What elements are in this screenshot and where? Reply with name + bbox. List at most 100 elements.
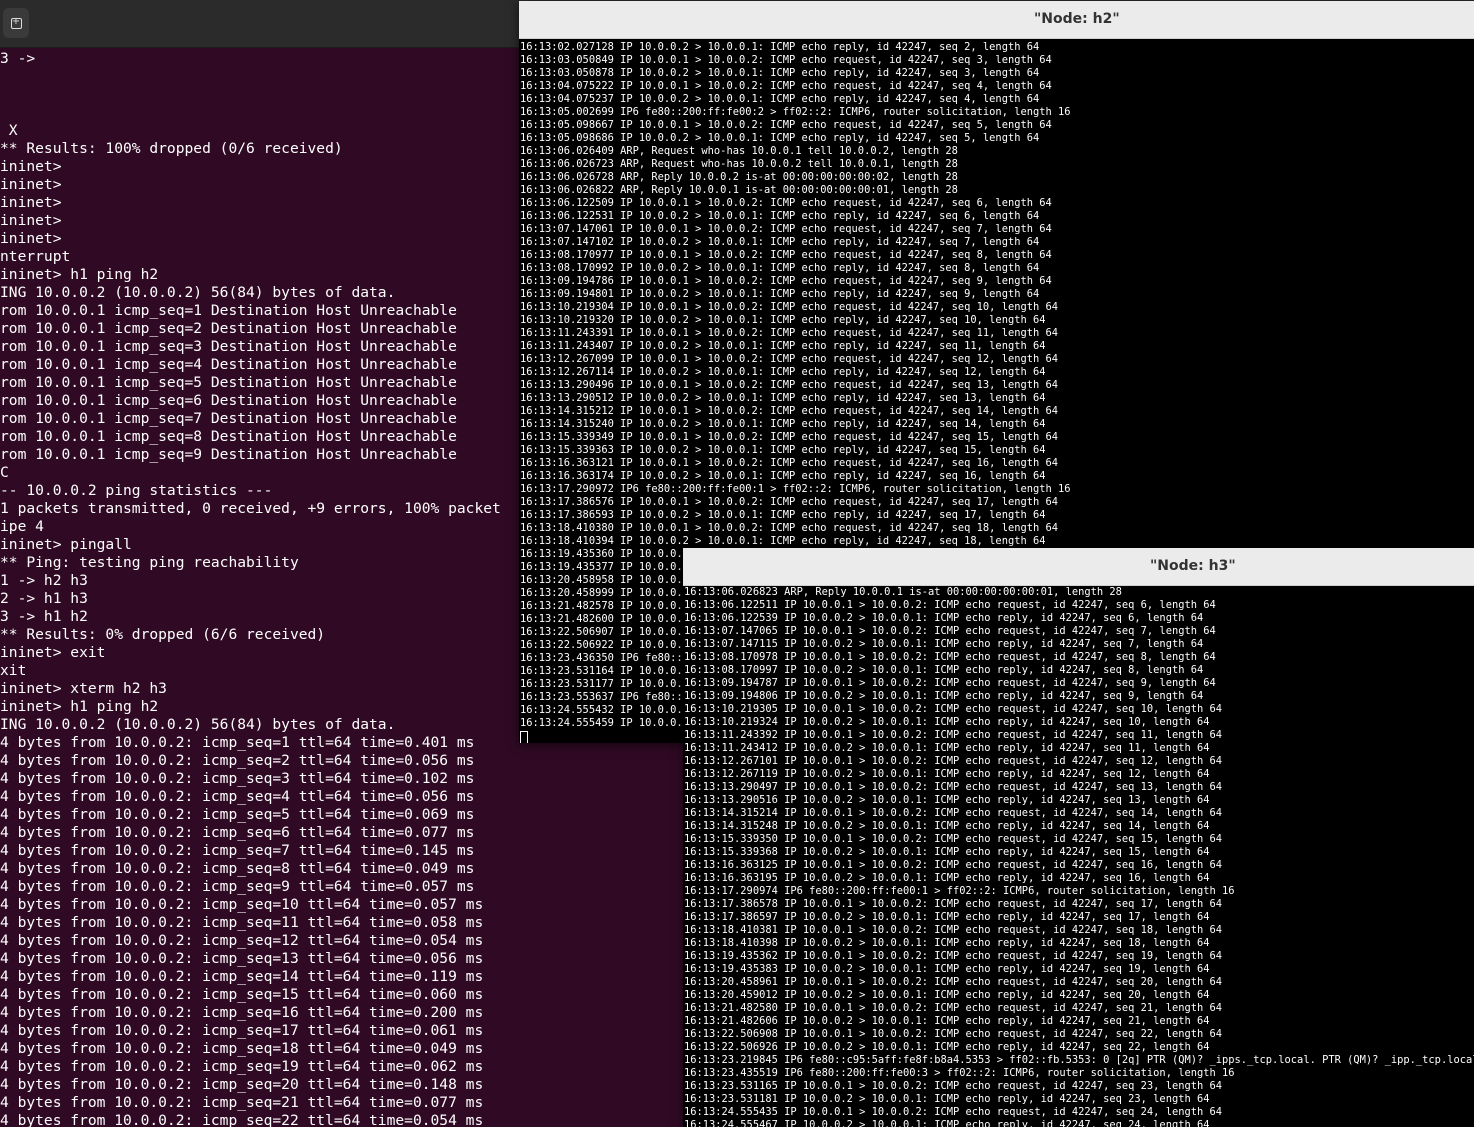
tcpdump-line: 16:13:03.050849 IP 10.0.0.1 > 10.0.0.2: … <box>520 54 1052 66</box>
tcpdump-line: 16:13:08.170978 IP 10.0.0.1 > 10.0.0.2: … <box>684 651 1216 663</box>
tcpdump-line: 16:13:06.122539 IP 10.0.0.2 > 10.0.0.1: … <box>684 612 1204 624</box>
terminal-line: 4 bytes from 10.0.0.2: icmp_seq=3 ttl=64… <box>0 770 475 787</box>
tcpdump-line: 16:13:05.098667 IP 10.0.0.1 > 10.0.0.2: … <box>520 119 1052 131</box>
tcpdump-line: 16:13:23.219845 IP6 fe80::c95:5aff:fe8f:… <box>684 1054 1474 1066</box>
terminal-line: ** Ping: testing ping reachability <box>0 554 299 571</box>
tcpdump-line: 16:13:07.147102 IP 10.0.0.2 > 10.0.0.1: … <box>520 236 1040 248</box>
terminal-line: ininet> h1 ping h2 <box>0 266 159 283</box>
terminal-line: ininet> <box>0 230 62 247</box>
tcpdump-line: 16:13:21.482606 IP 10.0.0.2 > 10.0.0.1: … <box>684 1015 1210 1027</box>
main-terminal-output[interactable]: 3 -> X ** Results: 100% dropped (0/6 rece… <box>0 50 520 1127</box>
terminal-line: 4 bytes from 10.0.0.2: icmp_seq=1 ttl=64… <box>0 734 475 751</box>
tcpdump-line: 16:13:13.290512 IP 10.0.0.2 > 10.0.0.1: … <box>520 392 1046 404</box>
tcpdump-line: 16:13:11.243391 IP 10.0.0.1 > 10.0.0.2: … <box>520 327 1058 339</box>
tcpdump-line: 16:13:13.290496 IP 10.0.0.1 > 10.0.0.2: … <box>520 379 1058 391</box>
terminal-line: 4 bytes from 10.0.0.2: icmp_seq=9 ttl=64… <box>0 878 475 895</box>
terminal-line: ipe 4 <box>0 518 44 535</box>
tcpdump-line: 16:13:15.339349 IP 10.0.0.1 > 10.0.0.2: … <box>520 431 1058 443</box>
xterm-titlebar-h2[interactable]: "Node: h2" <box>519 1 1474 39</box>
terminal-line: ininet> h1 ping h2 <box>0 698 159 715</box>
tcpdump-line: 16:13:13.290516 IP 10.0.0.2 > 10.0.0.1: … <box>684 794 1210 806</box>
tcpdump-line: 16:13:07.147065 IP 10.0.0.1 > 10.0.0.2: … <box>684 625 1216 637</box>
tcpdump-line: 16:13:16.363174 IP 10.0.0.2 > 10.0.0.1: … <box>520 470 1046 482</box>
terminal-line: 1 packets transmitted, 0 received, +9 er… <box>0 500 501 517</box>
terminal-line: ** Results: 0% dropped (6/6 received) <box>0 626 326 643</box>
tcpdump-line: 16:13:06.026822 ARP, Reply 10.0.0.1 is-a… <box>520 184 958 196</box>
tcpdump-line: 16:13:16.363195 IP 10.0.0.2 > 10.0.0.1: … <box>684 872 1210 884</box>
tcpdump-line: 16:13:06.122509 IP 10.0.0.1 > 10.0.0.2: … <box>520 197 1052 209</box>
terminal-line: 4 bytes from 10.0.0.2: icmp_seq=13 ttl=6… <box>0 950 484 967</box>
terminal-line: 2 -> h1 h3 <box>0 590 88 607</box>
terminal-line: ininet> xterm h2 h3 <box>0 680 167 697</box>
tcpdump-line: 16:13:10.219304 IP 10.0.0.1 > 10.0.0.2: … <box>520 301 1058 313</box>
tcpdump-line: 16:13:07.147061 IP 10.0.0.1 > 10.0.0.2: … <box>520 223 1052 235</box>
tcpdump-line: 16:13:09.194786 IP 10.0.0.1 > 10.0.0.2: … <box>520 275 1052 287</box>
terminal-line: ininet> exit <box>0 644 106 661</box>
tcpdump-line: 16:13:18.410381 IP 10.0.0.1 > 10.0.0.2: … <box>684 924 1222 936</box>
terminal-line: ING 10.0.0.2 (10.0.0.2) 56(84) bytes of … <box>0 716 396 733</box>
terminal-line: ininet> <box>0 158 62 175</box>
terminal-line: 4 bytes from 10.0.0.2: icmp_seq=17 ttl=6… <box>0 1022 484 1039</box>
tcpdump-line: 16:13:19.435362 IP 10.0.0.1 > 10.0.0.2: … <box>684 950 1222 962</box>
terminal-line: -- 10.0.0.2 ping statistics --- <box>0 482 273 499</box>
tcpdump-line: 16:13:24.555467 IP 10.0.0.2 > 10.0.0.1: … <box>684 1119 1210 1127</box>
terminal-line: rom 10.0.0.1 icmp_seq=3 Destination Host… <box>0 338 457 355</box>
tcpdump-line: 16:13:17.386593 IP 10.0.0.2 > 10.0.0.1: … <box>520 509 1046 521</box>
tcpdump-line: 16:13:11.243412 IP 10.0.0.2 > 10.0.0.1: … <box>684 742 1210 754</box>
tcpdump-line: 16:13:09.194787 IP 10.0.0.1 > 10.0.0.2: … <box>684 677 1216 689</box>
tcpdump-line: 16:13:16.363125 IP 10.0.0.1 > 10.0.0.2: … <box>684 859 1222 871</box>
tcpdump-line: 16:13:14.315240 IP 10.0.0.2 > 10.0.0.1: … <box>520 418 1046 430</box>
tcpdump-line: 16:13:06.026409 ARP, Request who-has 10.… <box>520 145 958 157</box>
tcpdump-line: 16:13:23.435519 IP6 fe80::200:ff:fe00:3 … <box>684 1067 1235 1079</box>
terminal-cursor <box>520 731 528 743</box>
terminal-line: rom 10.0.0.1 icmp_seq=2 Destination Host… <box>0 320 457 337</box>
tcpdump-line: 16:13:10.219305 IP 10.0.0.1 > 10.0.0.2: … <box>684 703 1222 715</box>
tcpdump-line: 16:13:20.458961 IP 10.0.0.1 > 10.0.0.2: … <box>684 976 1222 988</box>
terminal-line: 4 bytes from 10.0.0.2: icmp_seq=19 ttl=6… <box>0 1058 484 1075</box>
new-tab-button[interactable] <box>3 8 29 38</box>
xterm-window-h3[interactable]: "Node: h3" 16:13:06.026823 ARP, Reply 10… <box>683 548 1474 1127</box>
tcpdump-line: 16:13:05.098686 IP 10.0.0.2 > 10.0.0.1: … <box>520 132 1040 144</box>
tcpdump-line: 16:13:17.386576 IP 10.0.0.1 > 10.0.0.2: … <box>520 496 1058 508</box>
tcpdump-line: 16:13:09.194801 IP 10.0.0.2 > 10.0.0.1: … <box>520 288 1040 300</box>
terminal-line: ininet> <box>0 194 62 211</box>
tcpdump-line: 16:13:17.386597 IP 10.0.0.2 > 10.0.0.1: … <box>684 911 1210 923</box>
terminal-line: rom 10.0.0.1 icmp_seq=9 Destination Host… <box>0 446 457 463</box>
terminal-line: 4 bytes from 10.0.0.2: icmp_seq=16 ttl=6… <box>0 1004 484 1021</box>
xterm-output-h3[interactable]: 16:13:06.026823 ARP, Reply 10.0.0.1 is-a… <box>683 586 1474 1127</box>
terminal-line: ininet> pingall <box>0 536 132 553</box>
terminal-line: 4 bytes from 10.0.0.2: icmp_seq=8 ttl=64… <box>0 860 475 877</box>
tcpdump-line: 16:13:02.027128 IP 10.0.0.2 > 10.0.0.1: … <box>520 41 1040 53</box>
tcpdump-line: 16:13:24.555435 IP 10.0.0.1 > 10.0.0.2: … <box>684 1106 1222 1118</box>
terminal-line: 4 bytes from 10.0.0.2: icmp_seq=5 ttl=64… <box>0 806 475 823</box>
tcpdump-line: 16:13:12.267119 IP 10.0.0.2 > 10.0.0.1: … <box>684 768 1210 780</box>
tcpdump-line: 16:13:23.531181 IP 10.0.0.2 > 10.0.0.1: … <box>684 1093 1210 1105</box>
tcpdump-line: 16:13:16.363121 IP 10.0.0.1 > 10.0.0.2: … <box>520 457 1058 469</box>
xterm-titlebar-h3[interactable]: "Node: h3" <box>683 548 1474 586</box>
terminal-line: 4 bytes from 10.0.0.2: icmp_seq=14 ttl=6… <box>0 968 484 985</box>
terminal-line: 4 bytes from 10.0.0.2: icmp_seq=6 ttl=64… <box>0 824 475 841</box>
terminal-line: xit <box>0 662 27 679</box>
terminal-line: 4 bytes from 10.0.0.2: icmp_seq=4 ttl=64… <box>0 788 475 805</box>
terminal-line: rom 10.0.0.1 icmp_seq=6 Destination Host… <box>0 392 457 409</box>
tcpdump-line: 16:13:08.170992 IP 10.0.0.2 > 10.0.0.1: … <box>520 262 1040 274</box>
window-title-h2: "Node: h2" <box>1034 11 1120 27</box>
terminal-line: ** Results: 100% dropped (0/6 received) <box>0 140 343 157</box>
terminal-line: X <box>0 122 18 139</box>
tcpdump-line: 16:13:10.219320 IP 10.0.0.2 > 10.0.0.1: … <box>520 314 1046 326</box>
tcpdump-line: 16:13:21.482580 IP 10.0.0.1 > 10.0.0.2: … <box>684 1002 1222 1014</box>
tcpdump-line: 16:13:11.243407 IP 10.0.0.2 > 10.0.0.1: … <box>520 340 1046 352</box>
tcpdump-line: 16:13:18.410394 IP 10.0.0.2 > 10.0.0.1: … <box>520 535 1046 547</box>
tcpdump-line: 16:13:07.147115 IP 10.0.0.2 > 10.0.0.1: … <box>684 638 1204 650</box>
new-tab-icon <box>10 16 22 29</box>
terminal-line: 1 -> h2 h3 <box>0 572 88 589</box>
tcpdump-line: 16:13:17.386578 IP 10.0.0.1 > 10.0.0.2: … <box>684 898 1222 910</box>
tcpdump-line: 16:13:22.506926 IP 10.0.0.2 > 10.0.0.1: … <box>684 1041 1210 1053</box>
terminal-line: rom 10.0.0.1 icmp_seq=1 Destination Host… <box>0 302 457 319</box>
terminal-line: ING 10.0.0.2 (10.0.0.2) 56(84) bytes of … <box>0 284 396 301</box>
tcpdump-line: 16:13:14.315214 IP 10.0.0.1 > 10.0.0.2: … <box>684 807 1222 819</box>
window-title-h3: "Node: h3" <box>1150 558 1236 574</box>
tcpdump-line: 16:13:06.026723 ARP, Request who-has 10.… <box>520 158 958 170</box>
tcpdump-line: 16:13:13.290497 IP 10.0.0.1 > 10.0.0.2: … <box>684 781 1222 793</box>
